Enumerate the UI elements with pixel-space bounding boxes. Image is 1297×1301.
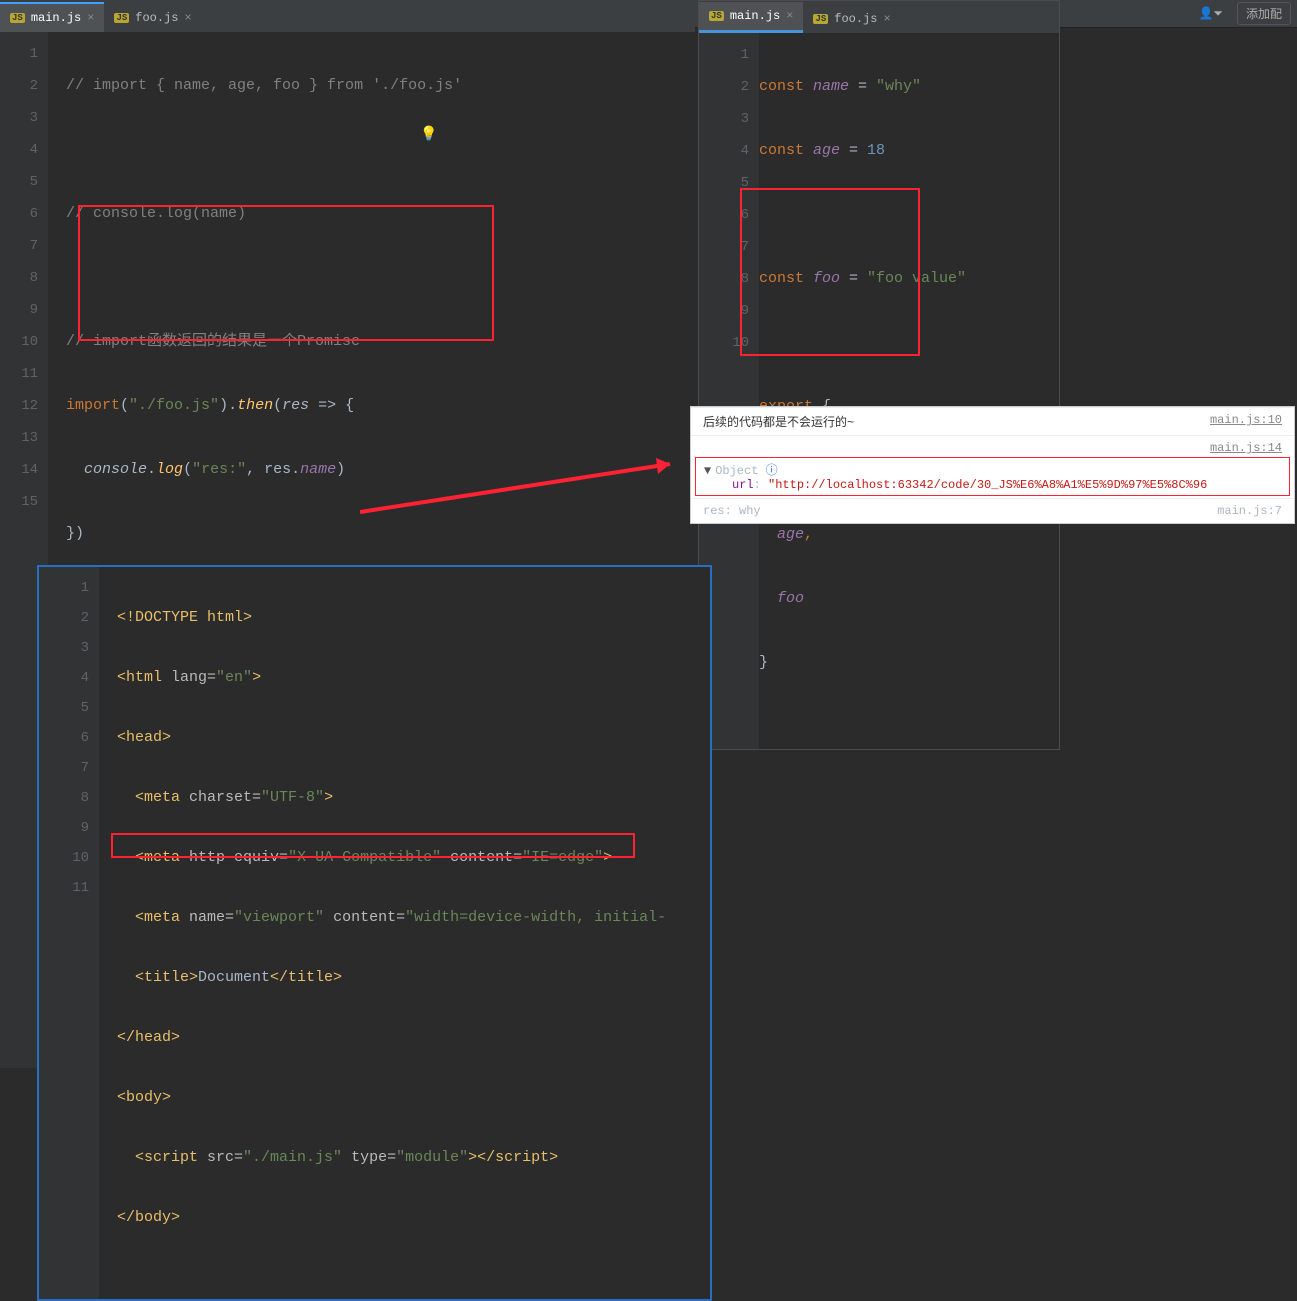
close-icon[interactable]: × xyxy=(87,11,94,25)
js-icon: JS xyxy=(813,14,828,24)
annotation-box xyxy=(111,833,635,858)
tab-foo-js-right[interactable]: JSfoo.js× xyxy=(803,3,900,33)
console-object[interactable]: ▼Object ⓘ url: "http://localhost:63342/c… xyxy=(695,457,1290,496)
user-icon[interactable]: 👤⏷ xyxy=(1198,6,1223,21)
html-editor-panel[interactable]: 1234567891011 <!DOCTYPE html> <html lang… xyxy=(37,565,712,1301)
console-source-link[interactable]: main.js:10 xyxy=(1210,413,1282,427)
close-icon[interactable]: × xyxy=(786,9,793,23)
close-icon[interactable]: × xyxy=(184,11,191,25)
tab-main-js-right[interactable]: JSmain.js× xyxy=(699,2,803,33)
annotation-arrow xyxy=(360,450,700,520)
line-gutter: 1234567891011 xyxy=(39,567,99,1299)
tab-foo-js[interactable]: JSfoo.js× xyxy=(104,2,201,32)
add-config-button[interactable]: 添加配 xyxy=(1237,2,1291,25)
editor-tabs-right: JSmain.js× JSfoo.js× xyxy=(699,1,1059,33)
html-code-area[interactable]: <!DOCTYPE html> <html lang="en"> <head> … xyxy=(99,567,710,1299)
console-message: 后续的代码都是不会运行的~ main.js:10 xyxy=(691,407,1294,435)
console-message: res: why main.js:7 xyxy=(691,498,1294,523)
js-icon: JS xyxy=(10,13,25,23)
editor-tabs: JSmain.js× JSfoo.js× xyxy=(0,0,695,32)
triangle-down-icon[interactable]: ▼ xyxy=(704,464,711,478)
editor-body-right[interactable]: 12345678910 const name = "why" const age… xyxy=(699,33,1059,749)
intention-bulb-icon[interactable]: 💡 xyxy=(420,126,437,143)
console-message: main.js:14 xyxy=(691,435,1294,457)
annotation-box xyxy=(78,205,494,341)
console-source-link[interactable]: main.js:7 xyxy=(1217,504,1282,518)
secondary-editor: JSmain.js× JSfoo.js× 12345678910 const n… xyxy=(698,0,1060,750)
close-icon[interactable]: × xyxy=(883,12,890,26)
info-icon[interactable]: ⓘ xyxy=(766,464,778,478)
js-icon: JS xyxy=(114,13,129,23)
js-icon: JS xyxy=(709,11,724,21)
devtools-console[interactable]: 后续的代码都是不会运行的~ main.js:10 main.js:14 ▼Obj… xyxy=(690,406,1295,524)
console-source-link[interactable]: main.js:14 xyxy=(1210,441,1282,455)
code-area-right[interactable]: const name = "why" const age = 18 const … xyxy=(759,33,1059,749)
annotation-box xyxy=(740,188,920,356)
tab-main-js[interactable]: JSmain.js× xyxy=(0,2,104,32)
